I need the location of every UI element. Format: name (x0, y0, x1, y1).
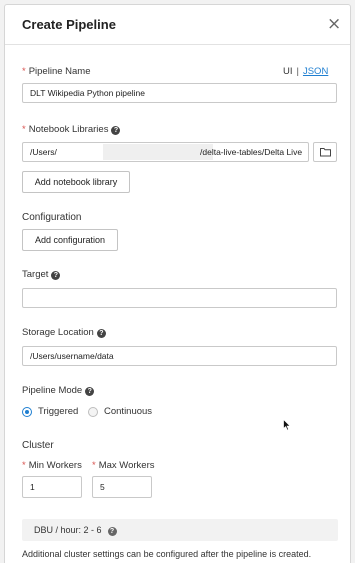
help-icon[interactable]: ? (96, 329, 106, 338)
configuration-label: Configuration (22, 212, 82, 223)
notebook-path-start: /Users/ (30, 147, 57, 157)
max-workers-label-text: Max Workers (98, 460, 155, 471)
pipeline-name-input[interactable]: DLT Wikipedia Python pipeline (22, 83, 337, 103)
min-workers-input[interactable]: 1 (22, 476, 82, 498)
toggle-separator: | (296, 66, 299, 77)
browse-notebook-button[interactable] (313, 142, 337, 162)
min-workers-label: * Min Workers (22, 460, 82, 471)
pipeline-mode-label: Pipeline Mode? (22, 385, 95, 396)
help-icon[interactable]: ? (85, 387, 95, 396)
dialog-header: Create Pipeline × (5, 5, 350, 45)
pipeline-name-label: * Pipeline Name (22, 66, 91, 77)
required-mark: * (22, 66, 26, 77)
help-icon[interactable]: ? (111, 126, 121, 135)
triggered-radio[interactable] (22, 407, 32, 417)
notebook-libraries-label: * Notebook Libraries? (22, 124, 121, 135)
pipeline-name-label-text: Pipeline Name (28, 66, 91, 77)
add-notebook-library-button[interactable]: Add notebook library (22, 171, 130, 193)
close-icon[interactable]: × (327, 16, 341, 33)
target-label: Target? (22, 269, 61, 280)
mouse-pointer-icon (283, 419, 291, 431)
view-toggle: UI | JSON (283, 66, 328, 77)
json-view-link[interactable]: JSON (303, 66, 328, 77)
add-configuration-button[interactable]: Add configuration (22, 229, 118, 251)
dbu-estimate-box: DBU / hour: 2 - 6? (22, 519, 338, 541)
required-mark: * (22, 124, 26, 135)
max-workers-label: * Max Workers (92, 460, 154, 471)
help-icon[interactable]: ? (107, 527, 117, 536)
continuous-radio-label[interactable]: Continuous (104, 406, 152, 417)
notebook-libraries-label-text: Notebook Libraries (28, 124, 109, 135)
ui-view-link[interactable]: UI (283, 66, 293, 77)
storage-location-label-text: Storage Location (22, 327, 94, 338)
redacted-path-segment (103, 144, 213, 160)
storage-location-input[interactable]: /Users/username/data (22, 346, 337, 366)
required-mark: * (22, 460, 26, 471)
cluster-settings-note: Additional cluster settings can be confi… (22, 549, 312, 559)
continuous-radio[interactable] (88, 407, 98, 417)
target-label-text: Target (22, 269, 49, 280)
storage-location-label: Storage Location? (22, 327, 106, 338)
help-icon[interactable]: ? (51, 271, 61, 280)
required-mark: * (92, 460, 96, 471)
dbu-estimate: DBU / hour: 2 - 6? (34, 525, 117, 536)
triggered-radio-label[interactable]: Triggered (38, 406, 78, 417)
create-pipeline-dialog: Create Pipeline × * Pipeline Name UI | JSON… (4, 4, 351, 563)
notebook-path-end: /delta-live-tables/Delta Live (200, 147, 303, 157)
dialog-title: Create Pipeline (22, 17, 116, 32)
pipeline-mode-label-text: Pipeline Mode (22, 385, 83, 396)
target-input[interactable] (22, 288, 337, 308)
min-workers-label-text: Min Workers (28, 460, 82, 471)
notebook-path-input[interactable]: /Users/ /delta-live-tables/Delta Live (22, 142, 309, 162)
max-workers-input[interactable]: 5 (92, 476, 152, 498)
folder-icon (320, 148, 331, 157)
dbu-estimate-text: DBU / hour: 2 - 6 (34, 525, 102, 535)
cluster-label: Cluster (22, 440, 54, 451)
